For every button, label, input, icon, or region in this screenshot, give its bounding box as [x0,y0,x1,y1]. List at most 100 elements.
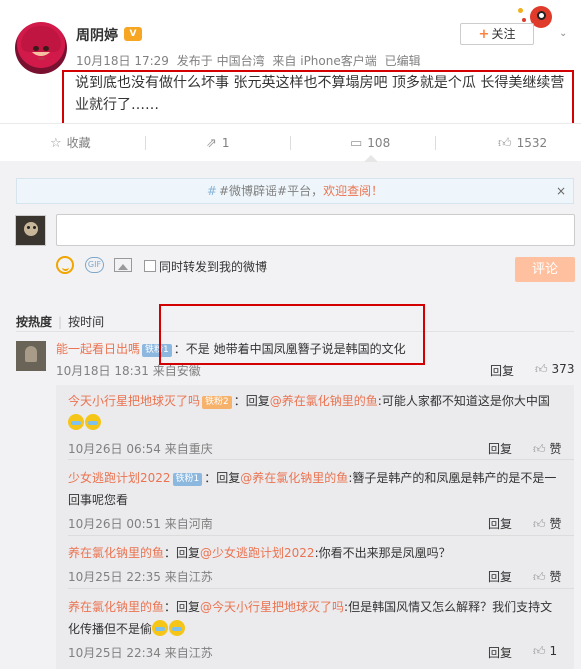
reply-username[interactable]: 养在氯化钠里的鱼 [68,546,164,560]
reply-button[interactable]: 回复 [488,644,512,661]
reply-like-button[interactable]: 👍︎ 赞 [533,568,562,585]
highlight-box-comment [159,304,425,365]
comment-avatar[interactable] [16,341,46,371]
comment-input[interactable] [56,214,575,246]
forward-checkbox-label[interactable]: 同时转发到我的微博 [159,258,267,275]
mascot-eye [537,11,546,20]
gif-icon[interactable]: GIF [85,257,104,273]
chevron-down-icon[interactable]: ⌄ [559,29,569,39]
favorite-label: 收藏 [66,136,91,150]
tab-time[interactable]: 按时间 [68,315,104,329]
thumbs-up-icon: 👍︎ [533,570,546,584]
forward-icon: ⇗ [206,136,217,151]
plus-icon: + [478,27,490,42]
avatar-eye [43,46,49,51]
post-edited[interactable]: 已编辑 [385,54,421,68]
thumbs-up-icon: 👍︎ [533,442,546,456]
reply-button[interactable]: 回复 [490,362,514,379]
emoji-cry-icon [152,620,169,636]
comment-username[interactable]: 能一起看日出嗎 [56,342,140,356]
forward-checkbox[interactable] [144,260,156,272]
fan-badge[interactable]: 铁粉1 [172,473,203,486]
divider: | [58,315,63,329]
reply-username[interactable]: 今天小行星把地球灭了吗 [68,394,200,408]
submit-comment-button[interactable]: 评论 [515,257,575,282]
avatar-mouth [38,57,45,60]
post-meta: 10月18日 17:29 发布于 中国台湾 来自 iPhone客户端 已编辑 [76,52,425,69]
thumbs-up-icon: 👍︎ [535,362,548,376]
emoji-cry-icon [85,414,101,430]
notice-link[interactable]: 欢迎查阅！ [323,184,383,198]
like-button[interactable]: 👍︎ 1532 [498,124,547,162]
my-avatar[interactable] [15,215,46,246]
reply-button[interactable]: 回复 [488,440,512,457]
reply-username[interactable]: 养在氯化钠里的鱼 [68,600,164,614]
favorite-button[interactable]: ☆ 收藏 [50,124,91,162]
sub-reply: 养在氯化钠里的鱼：回复@今天小行星把地球灭了吗:但是韩国风情又怎么解释？我们支持… [68,596,563,640]
reply-meta: 10月25日 22:34 来自江苏 [68,646,213,660]
vip-badge-icon: V [124,27,142,41]
divider [290,136,291,150]
reply-username[interactable]: 少女逃跑计划2022 [68,471,171,485]
image-icon[interactable] [114,258,132,272]
thumbs-up-icon: 👍︎ [498,136,512,151]
reply-meta: 10月25日 22:35 来自江苏 [68,570,213,584]
like-label: 赞 [549,442,562,456]
comment-like-button[interactable]: 👍︎ 373 [535,362,574,377]
divider [68,588,574,589]
reply-meta: 10月26日 06:54 来自重庆 [68,442,213,456]
reply-like-button[interactable]: 👍︎ 赞 [533,440,562,457]
thumbs-up-icon: 👍︎ [533,517,546,531]
like-count: 1532 [516,136,548,150]
comment-caret [364,155,378,162]
sort-tabs: 按热度 | 按时间 [16,313,104,330]
divider [68,459,574,460]
post-device: 来自 iPhone客户端 [272,54,377,68]
action-bar: ☆ 收藏 ⇗ 1 ▭ 108 👍︎ 1532 [0,123,581,161]
follow-button[interactable]: + 关注 [460,23,534,45]
reply-prefix: ：回复 [233,394,270,408]
divider [68,535,574,536]
post-username[interactable]: 周阴婷 [76,25,118,45]
avatar-eye [27,226,30,229]
weibo-post: 周阴婷 V 10月18日 17:29 发布于 中国台湾 来自 iPhone客户端… [0,0,581,126]
reply-like-button[interactable]: 👍︎ 1 [533,644,557,659]
forward-count: 1 [221,136,230,150]
hashtag-icon: # [206,184,217,198]
reply-button[interactable]: 回复 [488,515,512,532]
emoji-cry-icon [169,620,186,636]
notice-prefix[interactable]: #微博辟谣#平台， [219,184,323,198]
reply-mention[interactable]: @今天小行星把地球灭了吗 [200,600,344,614]
fan-badge[interactable]: 铁粉2 [202,396,232,409]
user-avatar[interactable] [15,22,67,74]
emoji-icon[interactable] [56,256,74,274]
sub-reply: 养在氯化钠里的鱼：回复@少女逃跑计划2022:你看不出来那是凤凰吗？ [68,542,563,564]
avatar-hair [21,26,61,52]
like-label: 赞 [549,517,562,531]
reply-mention[interactable]: @少女逃跑计划2022 [200,546,315,560]
avatar-eye [33,46,39,51]
close-icon[interactable]: × [556,184,566,198]
comment-icon: ▭ [350,136,363,151]
post-date[interactable]: 10月18日 17:29 [76,54,169,68]
mascot-dot [518,8,523,13]
highlight-box-post [62,70,574,126]
reply-prefix: ：回复 [164,600,201,614]
avatar-face [24,222,38,236]
reply-button[interactable]: 回复 [488,568,512,585]
tab-hot[interactable]: 按热度 [16,315,52,329]
avatar-eye [33,226,36,229]
thumbs-up-icon: 👍︎ [533,644,546,658]
sub-reply: 今天小行星把地球灭了吗 铁粉2 ：回复@养在氯化钠里的鱼:可能人家都不知道这是你大中… [68,390,563,434]
forward-button[interactable]: ⇗ 1 [206,124,230,162]
reply-text: :你看不出来那是凤凰吗？ [314,546,451,560]
post-location: 发布于 中国台湾 [176,54,265,68]
reply-like-button[interactable]: 👍︎ 赞 [533,515,562,532]
like-label: 赞 [549,570,562,584]
emoji-cry-icon [68,414,84,430]
reply-mention[interactable]: @养在氯化钠里的鱼 [240,471,348,485]
avatar-figure [25,346,37,362]
reply-mention[interactable]: @养在氯化钠里的鱼 [270,394,378,408]
notice-banner: # #微博辟谣#平台，欢迎查阅！ [16,178,574,204]
reply-prefix: ：回复 [164,546,201,560]
